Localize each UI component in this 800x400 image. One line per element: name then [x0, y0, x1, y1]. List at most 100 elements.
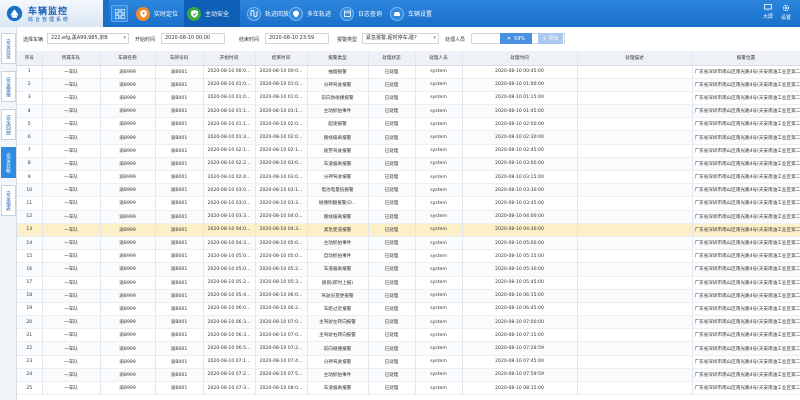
cell-col-alarm-type: 主动抓拍事件: [307, 104, 369, 118]
cell-col-description: [577, 368, 693, 382]
table-row[interactable]: 4 一车队 渝B999 渝B001 2020-08-10 01:1... 2020-08-…: [17, 104, 800, 118]
cell-col-start-time: 2020-08-10 06:3...: [203, 315, 256, 329]
table-row[interactable]: 10 一车队 渝B999 渝B001 2020-08-10 03:0... 2020-08…: [17, 183, 800, 197]
header-col-plate[interactable]: 车牌号码: [155, 51, 204, 66]
cell-col-handler: system: [415, 262, 463, 276]
cell-col-alarm-type: 主动抓拍事件: [307, 368, 369, 382]
cell-col-fleet: 一车队: [42, 355, 101, 369]
table-row[interactable]: 2 一车队 渝B999 渝B001 2020-08-10 01:0... 2020-08-…: [17, 78, 800, 92]
cell-col-description: [577, 130, 693, 145]
cell-col-end-time: 2020-08-10 05:0...: [255, 249, 308, 263]
nav-active-safety[interactable]: 主动安全: [184, 0, 240, 27]
nav-track-playback[interactable]: 轨迹回放: [247, 0, 295, 27]
header-col-status[interactable]: 处理状态: [368, 51, 416, 66]
cell-col-location: 广东省深圳市南山区南光路4号(天安南油工业区第二工业大...: [692, 183, 800, 197]
table-row[interactable]: 14 一车队 渝B999 渝B001 2020-08-10 04:3... 2020-08…: [17, 236, 800, 250]
cell-col-description: [577, 328, 693, 342]
table-row[interactable]: 15 一车队 渝B999 渝B001 2020-08-10 05:0... 2020-08…: [17, 249, 800, 263]
cell-col-fleet: 一车队: [42, 368, 101, 382]
nav-multi-vehicle-track[interactable]: 多车轨迹: [289, 0, 339, 27]
table-row[interactable]: 8 一车队 渝B999 渝B001 2020-08-10 02:2... 2020-08-…: [17, 157, 800, 171]
table-row[interactable]: 18 一车队 渝B999 渝B001 2020-08-10 05:4... 2020-08…: [17, 289, 800, 303]
cell-col-alarm-type: 驾驶员变更报警: [307, 289, 369, 303]
table-row[interactable]: 11 一车队 渝B999 渝B001 2020-08-10 03:0... 2020-08…: [17, 196, 800, 211]
cell-col-handler: system: [415, 236, 463, 250]
cell-col-location: 广东省深圳市南山区南光路4号(天安南油工业区第二工业大...: [692, 170, 800, 184]
sidebar-item-safety-alarms[interactable]: 安全警报: [1, 71, 16, 102]
nav-vehicle-settings[interactable]: 车辆设置: [390, 0, 440, 27]
table-row[interactable]: 19 一车队 渝B999 渝B001 2020-08-10 06:0... 2020-08…: [17, 302, 800, 316]
fullscreen-button[interactable]: 大屏: [761, 4, 775, 20]
cell-col-end-time: 2020-08-10 07:2...: [255, 341, 308, 356]
cell-col-plate: 渝B001: [155, 328, 204, 342]
cell-col-alarm-type: 前向碰撞报警: [307, 341, 369, 356]
cell-col-end-time: 2020-08-10 08:0...: [255, 381, 308, 395]
filter-bar: 选择车辆 222,efg,黑A99,985,京B ▾ 开始时间 2020-08-…: [17, 27, 800, 51]
nav-realtime-location[interactable]: 实时定位: [134, 0, 184, 27]
export-icon: ⇪: [542, 35, 547, 42]
nav-divider: [103, 0, 109, 27]
export-button[interactable]: ⇪ 导出: [538, 33, 563, 44]
cell-col-start-time: 2020-08-10 02:1...: [203, 144, 256, 158]
table-row[interactable]: 6 一车队 渝B999 渝B001 2020-08-10 01:3... 2020-08-…: [17, 130, 800, 145]
brand: 车辆监控 综合管理系统: [0, 0, 103, 27]
cell-col-fleet: 一车队: [42, 157, 101, 171]
settings-button[interactable]: 设置: [779, 4, 793, 21]
table-row[interactable]: 16 一车队 渝B999 渝B001 2020-08-10 05:0... 2020-08…: [17, 262, 800, 276]
cell-col-alarm-type: 电池电量低报警: [307, 183, 369, 197]
header-col-fleet[interactable]: 所属车队: [42, 51, 101, 66]
table-row[interactable]: 23 一车队 渝B999 渝B001 2020-08-10 07:1... 2020-08…: [17, 355, 800, 369]
table-row[interactable]: 7 一车队 渝B999 渝B001 2020-08-10 02:1... 2020-08-…: [17, 144, 800, 158]
cell-col-start-time: 2020-08-10 06:0...: [203, 302, 256, 316]
app-grid-button[interactable]: [111, 5, 128, 22]
sidebar-item-safety-playback[interactable]: 安全回放: [1, 109, 16, 140]
cell-col-location: 广东省深圳市南山区南光路4号(天安南油工业区第二工业大...: [692, 117, 800, 131]
header-col-end-time[interactable]: 结束时间: [255, 51, 308, 66]
header-col-description[interactable]: 处理描述: [577, 51, 693, 66]
cell-col-fleet: 一车队: [42, 262, 101, 276]
table-row[interactable]: 9 一车队 渝B999 渝B001 2020-08-10 02:4... 2020-08-…: [17, 170, 800, 184]
table-row[interactable]: 13 一车队 渝B999 渝B001 2020-08-10 04:0... 2020-08…: [17, 223, 800, 237]
end-time-input[interactable]: 2020-08-10 23:59: [265, 33, 329, 44]
table-row[interactable]: 17 一车队 渝B999 渝B001 2020-08-10 05:2... 2020-08…: [17, 276, 800, 290]
table-row[interactable]: 20 一车队 渝B999 渝B001 2020-08-10 06:3... 2020-08…: [17, 315, 800, 329]
table-row[interactable]: 5 一车队 渝B999 渝B001 2020-08-10 01:1... 2020-08-…: [17, 117, 800, 131]
cell-col-start-time: 2020-08-10 04:0...: [203, 223, 256, 237]
table-row[interactable]: 1 一车队 渝B999 渝B001 2020-08-10 00:0... 2020-08-…: [17, 65, 800, 79]
table-row[interactable]: 21 一车队 渝B999 渝B001 2020-08-10 06:3... 2020-08…: [17, 328, 800, 342]
alarm-type-select[interactable]: 紧急报警,超时停车,碰? ▾: [362, 33, 439, 44]
cell-col-location: 广东省深圳市南山区南光路4号(天安南油工业区第二工业大...: [692, 289, 800, 303]
cell-col-start-time: 2020-08-10 00:0...: [203, 65, 256, 79]
table-row[interactable]: 24 一车队 渝B999 渝B001 2020-08-10 07:2... 2020-08…: [17, 368, 800, 382]
sidebar-item-safety-report[interactable]: 安全报表: [1, 185, 16, 216]
cell-col-fleet: 一车队: [42, 302, 101, 316]
table-row[interactable]: 3 一车队 渝B999 渝B001 2020-08-10 01:0... 2020-08-…: [17, 91, 800, 105]
cell-col-index: 15: [17, 249, 43, 263]
query-progress-button[interactable]: ✕ 59%: [500, 33, 532, 44]
top-bar: 车辆监控 综合管理系统 实时定位 主动安全 轨迹回放 多车轨迹 日志查询 车辆设…: [0, 0, 800, 27]
header-col-handler[interactable]: 处理人员: [415, 51, 463, 66]
header-col-handle-time[interactable]: 处理时间: [462, 51, 578, 66]
header-col-index[interactable]: 序号: [17, 51, 43, 66]
header-col-start-time[interactable]: 开始时间: [203, 51, 256, 66]
vehicle-select[interactable]: 222,efg,黑A99,985,京B ▾: [47, 33, 129, 44]
table-row[interactable]: 25 一车队 渝B999 渝B001 2020-08-10 07:3... 2020-08…: [17, 381, 800, 395]
header-col-vehicle-name[interactable]: 车辆名称: [100, 51, 156, 66]
header-col-alarm-type[interactable]: 报警类型: [307, 51, 369, 66]
table-row[interactable]: 12 一车队 渝B999 渝B001 2020-08-10 03:3... 2020-08…: [17, 210, 800, 224]
sidebar-item-safety-overview[interactable]: 安全总览: [1, 33, 16, 64]
cell-col-plate: 渝B001: [155, 368, 204, 382]
cell-col-handle-time: 2020-08-10 07:59:59: [462, 368, 578, 382]
nav-log-query[interactable]: 日志查询: [340, 0, 390, 27]
table-row[interactable]: 22 一车队 渝B999 渝B001 2020-08-10 06:5... 2020-08…: [17, 341, 800, 356]
cell-col-plate: 渝B001: [155, 249, 204, 263]
start-time-input[interactable]: 2020-08-10 00:00: [161, 33, 225, 44]
header-col-location[interactable]: 报警位置: [692, 51, 800, 66]
cell-col-plate: 渝B001: [155, 117, 204, 131]
cell-col-plate: 渝B001: [155, 355, 204, 369]
sidebar-item-safety-ledger[interactable]: 安全台帐: [1, 147, 16, 178]
shield-icon: [187, 6, 201, 21]
cell-col-status: 已处理: [368, 355, 416, 369]
cell-col-alarm-type: 路线偏离报警: [307, 210, 369, 224]
alarm-type-label: 报警类型: [337, 37, 358, 43]
